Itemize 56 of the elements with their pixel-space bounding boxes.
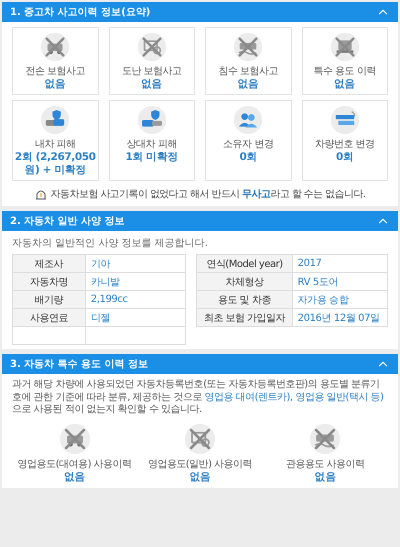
usage-label: 영업용도(일반) 사용이력 bbox=[148, 458, 252, 471]
spec-label: 자동차명 bbox=[13, 273, 86, 292]
spec-label: 사용연료 bbox=[13, 309, 86, 328]
card-label: 내차 피해 bbox=[34, 138, 76, 152]
card-value: 2회 (2,267,050 원) + 미확정 bbox=[14, 151, 96, 178]
section-header[interactable]: 1. 중고차 사고이력 정보(요약) bbox=[2, 2, 398, 22]
card-label: 전손 보험사고 bbox=[25, 65, 86, 78]
card-label: 특수 용도 이력 bbox=[314, 65, 376, 78]
spec-value: 2017 bbox=[292, 255, 388, 274]
section-title: 3. 자동차 특수 용도 이력 정보 bbox=[10, 358, 148, 372]
spec-label: 최초 보험 가입일자 bbox=[197, 309, 293, 328]
spec-label: 차체형상 bbox=[197, 273, 293, 292]
card-value: 없음 bbox=[44, 78, 66, 92]
card-label: 소유자 변경 bbox=[223, 138, 274, 152]
crossed-out-vehicle-icon bbox=[233, 32, 264, 62]
card-label: 차량번호 변경 bbox=[314, 138, 375, 152]
spec-value: 기아 bbox=[86, 255, 186, 274]
usage-link[interactable]: 영업용 대여(렌트카), 영업용 일반(택시 등) bbox=[204, 392, 384, 403]
crossed-out-vehicle-icon bbox=[40, 32, 70, 62]
vehicle-history-icon bbox=[136, 105, 167, 136]
section-title: 2. 자동차 일반 사양 정보 bbox=[10, 215, 125, 228]
crossed-out-vehicle-icon bbox=[330, 32, 360, 62]
spec-value: 자가용 승합 bbox=[292, 291, 388, 310]
spec-label: 제조사 bbox=[13, 255, 86, 274]
vehicle-history-icon bbox=[233, 105, 264, 136]
spec-label: 용도 및 차종 bbox=[197, 291, 293, 310]
usage-value: 없음 bbox=[314, 470, 336, 484]
spec-value: 2,199cc bbox=[86, 291, 186, 310]
card-label: 침수 보험사고 bbox=[218, 65, 278, 78]
notice-text: 자동차보험 사고기록이 없었다고 해서 반드시 무사고라고 할 수는 없습니다. bbox=[50, 188, 366, 202]
card-label: 상대차 피해 bbox=[126, 138, 177, 152]
section-header[interactable]: 3. 자동차 특수 용도 이력 정보 bbox=[2, 354, 398, 374]
card-label: 도난 보험사고 bbox=[122, 65, 182, 78]
card-value: 없음 bbox=[238, 78, 259, 92]
vehicle-history-icon bbox=[40, 105, 70, 136]
section-description: 과거 해당 차량에 사용되었던 자동차등록번호(또는 자동차등록번호판)의 용도별 분류기호에 관한 기준에 따라 분류, 제공하는 것으로 영업용 대여(렌트카), 영업용 일반(택시 등) 으로 사용된 적이 없는지 확인할 수 있습니다. bbox=[12, 379, 384, 417]
card-value: 0회 bbox=[336, 151, 354, 164]
spec-value: 카니발 bbox=[86, 273, 186, 292]
spec-value: RV 5도어 bbox=[292, 273, 388, 292]
spec-label: 연식(Model year) bbox=[197, 255, 293, 274]
spec-label: 배기량 bbox=[13, 291, 86, 310]
crossed-out-vehicle-icon bbox=[136, 32, 167, 62]
section-title: 1. 중고차 사고이력 정보(요약) bbox=[10, 6, 150, 19]
usage-label: 관용용도 사용이력 bbox=[286, 458, 365, 471]
vehicle-history-icon bbox=[330, 105, 360, 136]
spec-value: 2016년 12월 07일 bbox=[292, 309, 388, 328]
usage-value: 없음 bbox=[64, 470, 86, 484]
usage-value: 없음 bbox=[189, 470, 211, 484]
section-header[interactable]: 2. 자동차 일반 사양 정보 bbox=[2, 211, 398, 232]
card-value: 없음 bbox=[334, 78, 356, 92]
section-description: 자동차의 일반적인 사양 정보를 제공합니다. bbox=[12, 237, 209, 250]
warning-icon bbox=[34, 188, 47, 200]
card-value: 0회 bbox=[239, 151, 257, 164]
card-value: 없음 bbox=[141, 78, 162, 92]
usage-label: 영업용도(대여용) 사용이력 bbox=[18, 458, 132, 471]
card-value: 1회 미확정 bbox=[125, 151, 178, 164]
